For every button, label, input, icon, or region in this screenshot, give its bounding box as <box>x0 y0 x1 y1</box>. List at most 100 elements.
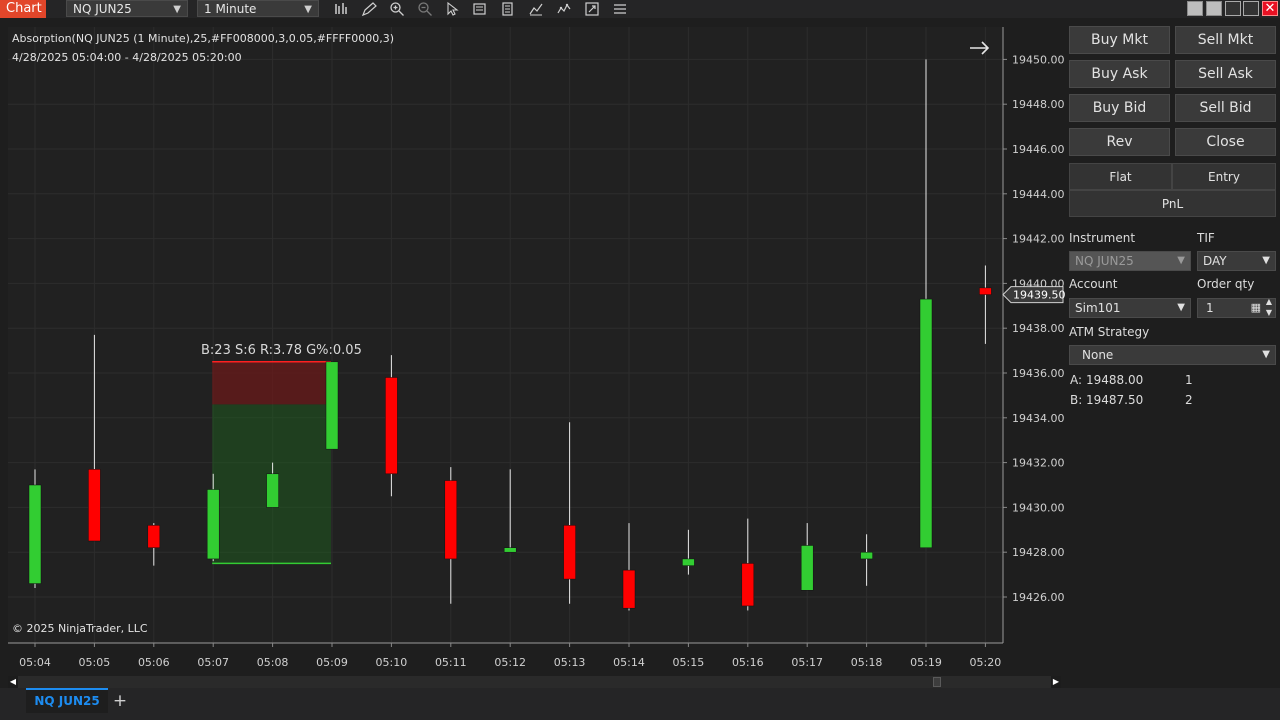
time-tick-label: 05:09 <box>316 656 348 669</box>
account-select-value: Sim101 <box>1075 301 1121 315</box>
current-price-marker: 19439.50 <box>1002 286 1066 304</box>
account-select[interactable]: Sim101 ▼ <box>1069 298 1191 318</box>
price-tick-label: 19438.00 <box>1012 322 1065 335</box>
price-tick-label: 19446.00 <box>1012 143 1065 156</box>
bid-label: B: <box>1070 393 1083 407</box>
time-tick-label: 05:08 <box>257 656 289 669</box>
copyright-label: © 2025 NinjaTrader, LLC <box>12 622 148 635</box>
tif-label: TIF <box>1197 231 1215 245</box>
time-tick-label: 05:17 <box>791 656 823 669</box>
stepper-arrows-icon[interactable]: ▲ ▼ <box>1266 296 1272 318</box>
current-price-label: 19439.50 <box>1013 289 1066 302</box>
axis-labels: 19426.00 19428.00 19430.00 19432.00 19434.00… <box>8 27 1065 669</box>
time-tick-label: 05:19 <box>910 656 942 669</box>
atm-strategy-select[interactable]: None ▼ <box>1069 345 1276 365</box>
absorption-zone <box>212 361 331 565</box>
ask-label: A: <box>1070 373 1083 387</box>
instrument-label: Instrument <box>1069 231 1136 245</box>
time-tick-label: 05:11 <box>435 656 467 669</box>
time-tick-label: 05:13 <box>554 656 586 669</box>
pnl-button[interactable]: PnL <box>1069 190 1276 217</box>
order-qty-stepper[interactable]: 1 ▦ ▲ ▼ <box>1197 296 1276 318</box>
flat-button[interactable]: Flat <box>1069 163 1172 190</box>
time-tick-label: 05:15 <box>673 656 705 669</box>
time-tick-label: 05:05 <box>79 656 111 669</box>
chevron-down-icon: ▼ <box>1262 255 1270 266</box>
time-tick-label: 05:18 <box>851 656 883 669</box>
tab-nq-jun25[interactable]: NQ JUN25 <box>26 688 108 713</box>
candle-body <box>919 298 933 548</box>
ask-price: 19488.00 <box>1086 373 1144 387</box>
reverse-button[interactable]: Rev <box>1069 128 1170 156</box>
candle-body <box>444 480 458 560</box>
order-qty-label: Order qty <box>1197 277 1255 291</box>
absorption-zone-red <box>212 361 331 405</box>
price-tick-label: 19432.00 <box>1012 457 1065 470</box>
candle-body <box>563 525 576 580</box>
buy-bid-button[interactable]: Buy Bid <box>1069 94 1170 122</box>
scroll-left-icon[interactable]: ◀ <box>8 676 18 688</box>
candle-body <box>28 484 42 584</box>
candle-body <box>682 558 695 566</box>
calculator-icon[interactable]: ▦ <box>1251 299 1261 317</box>
time-tick-label: 05:14 <box>613 656 645 669</box>
time-tick-label: 05:20 <box>970 656 1002 669</box>
price-tick-label: 19436.00 <box>1012 367 1065 380</box>
candle-body <box>622 569 636 609</box>
candle-body <box>266 473 279 508</box>
price-tick-label: 19444.00 <box>1012 188 1065 201</box>
instrument-select-value: NQ JUN25 <box>1075 254 1134 268</box>
price-tick-label: 19428.00 <box>1012 546 1065 559</box>
indicator-label: Absorption(NQ JUN25 (1 Minute),25,#FF008… <box>12 32 395 45</box>
date-range-label: 4/28/2025 05:04:00 - 4/28/2025 05:20:00 <box>12 51 242 64</box>
price-tick-label: 19448.00 <box>1012 98 1065 111</box>
candle-body <box>88 469 101 542</box>
price-tick-label: 19434.00 <box>1012 412 1065 425</box>
close-position-button[interactable]: Close <box>1175 128 1276 156</box>
absorption-label: B:23 S:6 R:3.78 G%:0.05 <box>201 343 362 358</box>
entry-button[interactable]: Entry <box>1172 163 1276 190</box>
candle-body <box>979 287 992 295</box>
time-tick-label: 05:06 <box>138 656 170 669</box>
atm-strategy-label: ATM Strategy <box>1069 325 1150 339</box>
scrollbar-thumb[interactable] <box>933 677 941 687</box>
candle-body <box>385 377 398 475</box>
tif-select[interactable]: DAY ▼ <box>1197 251 1276 271</box>
chevron-down-icon: ▼ <box>1262 349 1270 360</box>
scroll-right-icon[interactable]: ▶ <box>1051 676 1061 688</box>
sell-ask-button[interactable]: Sell Ask <box>1175 60 1276 88</box>
instrument-select: NQ JUN25 ▼ <box>1069 251 1191 271</box>
candle-body <box>147 525 161 548</box>
bid-qty: 2 <box>1185 393 1193 407</box>
chevron-down-icon: ▼ <box>1177 302 1185 313</box>
atm-strategy-value: None <box>1082 348 1114 362</box>
add-tab-button[interactable]: + <box>110 690 130 712</box>
candle-body <box>325 361 339 450</box>
ask-qty: 1 <box>1185 373 1193 387</box>
buy-ask-button[interactable]: Buy Ask <box>1069 60 1170 88</box>
price-tick-label: 19450.00 <box>1012 53 1065 66</box>
time-tick-label: 05:16 <box>732 656 764 669</box>
time-tick-label: 05:04 <box>19 656 51 669</box>
horizontal-scrollbar[interactable]: ◀ ▶ <box>8 676 1061 688</box>
chevron-down-icon: ▼ <box>1177 255 1185 266</box>
sell-mkt-button[interactable]: Sell Mkt <box>1175 26 1276 54</box>
time-tick-label: 05:07 <box>197 656 229 669</box>
tab-bar: NQ JUN25 + <box>0 688 1280 720</box>
tif-select-value: DAY <box>1203 254 1227 268</box>
candle-body <box>741 563 755 607</box>
price-tick-label: 19430.00 <box>1012 501 1065 514</box>
candle-body <box>800 545 814 591</box>
order-qty-value: 1 <box>1206 301 1214 315</box>
candle-body <box>503 547 517 553</box>
time-tick-label: 05:12 <box>494 656 526 669</box>
sell-bid-button[interactable]: Sell Bid <box>1175 94 1276 122</box>
price-tick-label: 19442.00 <box>1012 233 1065 246</box>
candle-body <box>206 489 220 560</box>
price-tick-label: 19426.00 <box>1012 591 1065 604</box>
buy-mkt-button[interactable]: Buy Mkt <box>1069 26 1170 54</box>
account-label: Account <box>1069 277 1118 291</box>
time-tick-label: 05:10 <box>376 656 408 669</box>
bid-price: 19487.50 <box>1086 393 1144 407</box>
candle-body <box>860 551 873 560</box>
